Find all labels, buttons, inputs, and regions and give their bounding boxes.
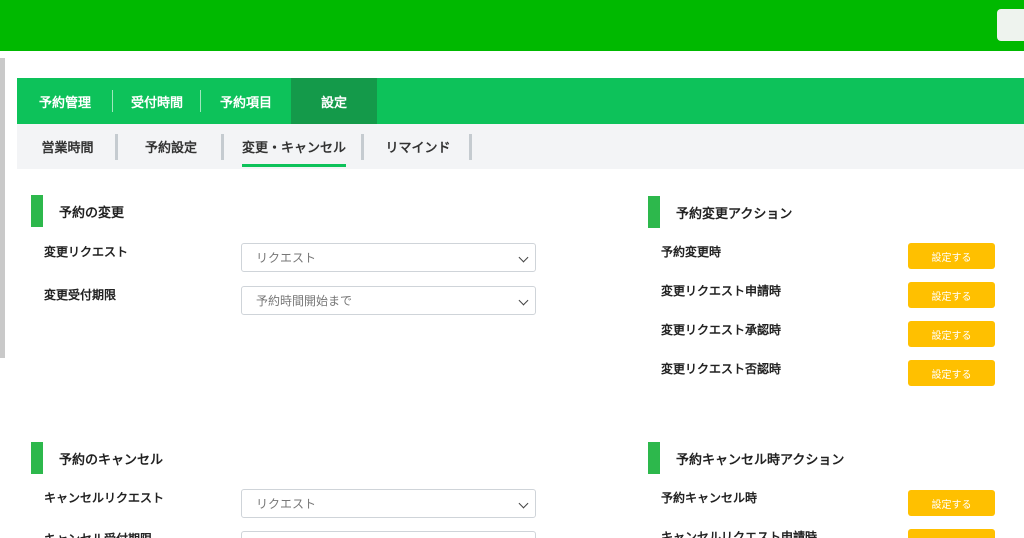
action-label-change-reject: 変更リクエスト否認時 xyxy=(661,362,782,376)
sub-tab-bar: 営業時間 予約設定 変更・キャンセル リマインド xyxy=(17,124,1024,169)
change-reject-action-set-button[interactable]: 設定する xyxy=(908,360,995,386)
page-scrollbar[interactable] xyxy=(0,58,5,358)
cancel-deadline-select[interactable] xyxy=(241,531,536,538)
change-request-select[interactable]: リクエスト xyxy=(241,243,536,272)
change-actions-title: 予約変更アクション xyxy=(648,196,792,228)
cancel-deadline-label: キャンセル受付期限 xyxy=(44,530,152,538)
tab-reservation-management[interactable]: 予約管理 xyxy=(17,78,113,124)
subtab-reservation-settings[interactable]: 予約設定 xyxy=(118,124,224,169)
section-marker xyxy=(31,195,43,227)
tab-settings[interactable]: 設定 xyxy=(291,78,377,124)
section-marker xyxy=(648,442,660,474)
tab-reception-hours[interactable]: 受付時間 xyxy=(113,78,201,124)
action-label-change: 予約変更時 xyxy=(661,245,722,259)
cancel-section-title: 予約のキャンセル xyxy=(31,442,163,474)
change-deadline-label: 変更受付期限 xyxy=(44,288,117,302)
cancel-request-label: キャンセルリクエスト xyxy=(44,491,165,505)
action-label-cancel-request: キャンセルリクエスト申請時 xyxy=(661,530,818,538)
action-label-change-request: 変更リクエスト申請時 xyxy=(661,284,782,298)
main-tab-bar: 予約管理 受付時間 予約項目 設定 xyxy=(17,78,1024,124)
header-menu-button[interactable] xyxy=(997,9,1024,41)
chevron-down-icon xyxy=(518,498,529,509)
action-label-change-approve: 変更リクエスト承認時 xyxy=(661,323,782,337)
subtab-change-cancel[interactable]: 変更・キャンセル xyxy=(224,124,364,169)
change-request-label: 変更リクエスト xyxy=(44,245,129,259)
app-header-bar xyxy=(0,0,1024,51)
section-marker xyxy=(31,442,43,474)
change-deadline-select[interactable]: 予約時間開始まで xyxy=(241,286,536,315)
chevron-down-icon xyxy=(518,252,529,263)
action-label-cancel: 予約キャンセル時 xyxy=(661,491,758,505)
change-action-set-button[interactable]: 設定する xyxy=(908,243,995,269)
subtab-business-hours[interactable]: 営業時間 xyxy=(17,124,118,169)
cancel-actions-title: 予約キャンセル時アクション xyxy=(648,442,844,474)
change-section-title: 予約の変更 xyxy=(31,195,124,227)
tab-reservation-items[interactable]: 予約項目 xyxy=(201,78,291,124)
change-approve-action-set-button[interactable]: 設定する xyxy=(908,321,995,347)
cancel-action-set-button[interactable]: 設定する xyxy=(908,490,995,516)
section-marker xyxy=(648,196,660,228)
cancel-request-action-set-button[interactable]: 設定する xyxy=(908,529,995,538)
change-request-action-set-button[interactable]: 設定する xyxy=(908,282,995,308)
subtab-remind[interactable]: リマインド xyxy=(364,124,472,169)
chevron-down-icon xyxy=(518,295,529,306)
cancel-request-select[interactable]: リクエスト xyxy=(241,489,536,518)
